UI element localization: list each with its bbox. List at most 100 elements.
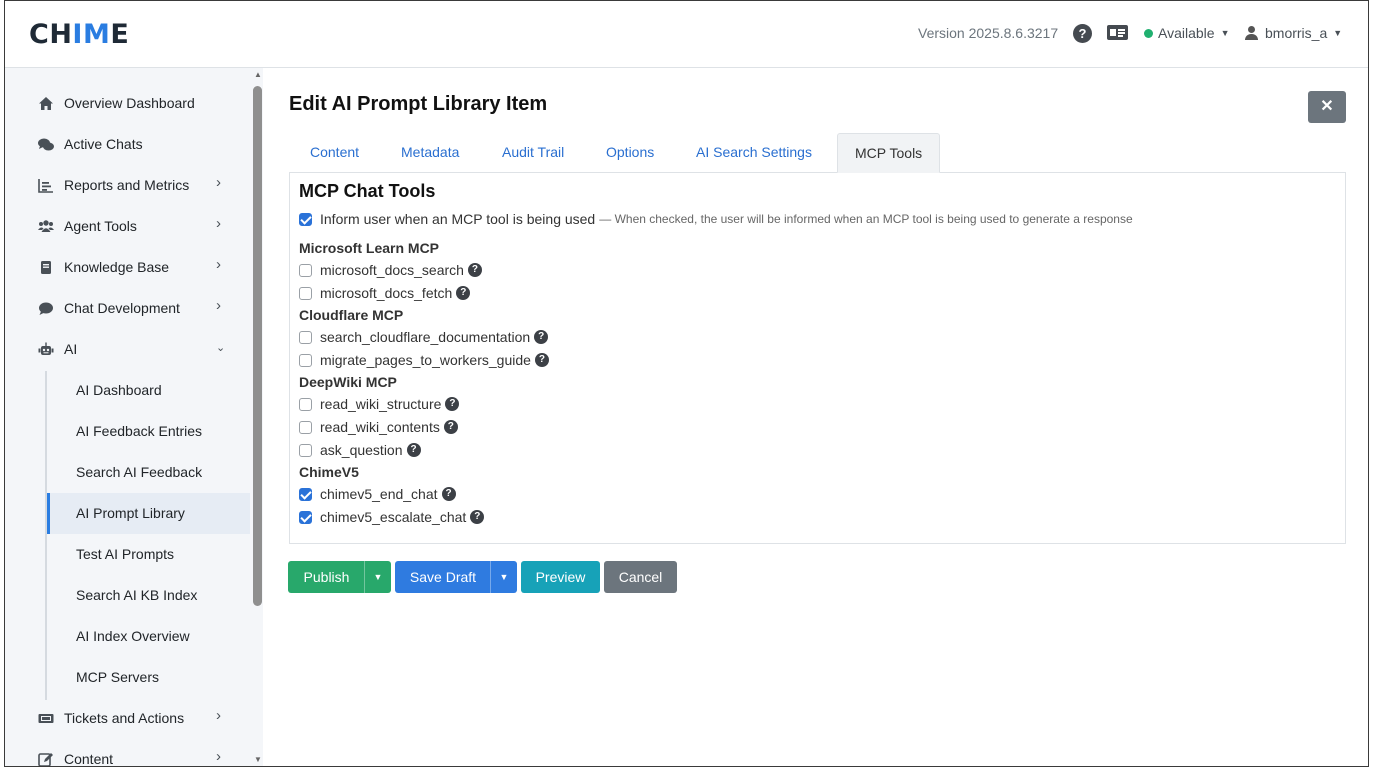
tool-checkbox[interactable] — [299, 263, 312, 277]
book-icon — [41, 261, 51, 274]
sidebar-item-label: Knowledge Base — [64, 259, 170, 275]
edit-icon — [38, 753, 53, 766]
close-button[interactable]: ✕ — [1308, 91, 1346, 123]
sidebar-subitem-test-ai-prompts[interactable]: Test AI Prompts — [47, 534, 250, 575]
tool-checkbox[interactable] — [299, 487, 312, 501]
group-heading: Cloudflare MCP — [299, 307, 404, 323]
sidebar-subitem-label: Test AI Prompts — [76, 546, 175, 562]
tool-checkbox[interactable] — [299, 510, 312, 524]
tab-options[interactable]: Options — [589, 133, 671, 171]
top-bar: CHIME Version 2025.8.6.3217 ? Available … — [5, 1, 1368, 68]
tool-option[interactable]: chimev5_end_chat? — [299, 486, 456, 502]
sidebar-item-tickets-and-actions[interactable]: Tickets and Actions › — [5, 698, 250, 739]
tool-label: migrate_pages_to_workers_guide — [320, 352, 531, 368]
tool-option[interactable]: migrate_pages_to_workers_guide? — [299, 352, 549, 368]
tab-content[interactable]: Content — [293, 133, 376, 171]
help-icon[interactable]: ? — [534, 353, 549, 367]
tool-checkbox[interactable] — [299, 397, 312, 411]
inform-user-option[interactable]: Inform user when an MCP tool is being us… — [299, 211, 1133, 227]
tool-option[interactable]: ask_question? — [299, 442, 421, 458]
tool-checkbox[interactable] — [299, 286, 312, 300]
sidebar-item-chat-development[interactable]: Chat Development › — [5, 288, 250, 329]
chevron-right-icon: › — [216, 297, 221, 314]
sidebar-item-label: Active Chats — [64, 136, 143, 152]
sidebar-subitem-ai-prompt-library[interactable]: AI Prompt Library — [47, 493, 250, 534]
preview-button[interactable]: Preview — [521, 561, 600, 593]
sidebar-subitem-ai-dashboard[interactable]: AI Dashboard — [47, 370, 250, 411]
sidebar-item-knowledge-base[interactable]: Knowledge Base › — [5, 247, 250, 288]
help-icon[interactable]: ? — [441, 487, 456, 501]
sidebar-item-content[interactable]: Content › — [5, 739, 250, 766]
sidebar-scrollbar[interactable]: ▲ ▼ — [253, 68, 263, 766]
sidebar-item-overview-dashboard[interactable]: Overview Dashboard — [5, 83, 250, 124]
tool-option[interactable]: read_wiki_structure? — [299, 396, 460, 412]
save-draft-button[interactable]: Save Draft ▼ — [395, 561, 517, 593]
cancel-button[interactable]: Cancel — [604, 561, 677, 593]
tool-checkbox[interactable] — [299, 353, 312, 367]
tool-option[interactable]: search_cloudflare_documentation? — [299, 329, 549, 345]
chime-logo[interactable]: CHIME — [29, 19, 129, 50]
id-card-icon[interactable] — [1107, 25, 1128, 40]
inform-user-description: — When checked, the user will be informe… — [599, 212, 1133, 226]
save-draft-label: Save Draft — [409, 569, 477, 585]
tab-ai-search-settings[interactable]: AI Search Settings — [679, 133, 829, 171]
status-label: Available — [1158, 25, 1215, 41]
sidebar-item-reports-and-metrics[interactable]: Reports and Metrics › — [5, 165, 250, 206]
sidebar-subitem-label: MCP Servers — [76, 669, 159, 685]
scroll-down-arrow-icon[interactable]: ▼ — [253, 755, 263, 764]
tool-label: microsoft_docs_fetch — [320, 285, 453, 301]
status-dropdown[interactable]: Available ▼ — [1144, 25, 1229, 41]
users-icon — [38, 220, 54, 232]
inform-user-checkbox[interactable] — [299, 212, 312, 226]
chevron-down-icon[interactable]: ▼ — [364, 561, 391, 593]
tool-checkbox[interactable] — [299, 443, 312, 457]
chevron-down-icon: ▼ — [1333, 28, 1343, 38]
tool-label: read_wiki_contents — [320, 419, 440, 435]
mcp-tools-panel: MCP Chat Tools Inform user when an MCP t… — [289, 172, 1346, 544]
sidebar-subitem-search-ai-kb-index[interactable]: Search AI KB Index — [47, 575, 250, 616]
user-menu[interactable]: bmorris_a ▼ — [1245, 25, 1342, 41]
sidebar-item-agent-tools[interactable]: Agent Tools › — [5, 206, 250, 247]
comment-icon — [39, 302, 53, 315]
ticket-icon — [38, 714, 54, 723]
publish-button[interactable]: Publish ▼ — [288, 561, 391, 593]
tool-option[interactable]: chimev5_escalate_chat? — [299, 509, 485, 525]
sidebar-item-label: Reports and Metrics — [64, 177, 190, 193]
group-heading: ChimeV5 — [299, 464, 359, 480]
sidebar-item-label: AI — [64, 341, 78, 357]
user-name: bmorris_a — [1265, 25, 1328, 41]
chevron-down-icon[interactable]: ▼ — [490, 561, 517, 593]
sidebar-subitem-ai-index-overview[interactable]: AI Index Overview — [47, 616, 250, 657]
sidebar-item-label: Overview Dashboard — [64, 95, 195, 111]
sidebar-subitem-mcp-servers[interactable]: MCP Servers — [47, 657, 250, 698]
scroll-thumb[interactable] — [253, 86, 262, 606]
chevron-right-icon: › — [216, 215, 221, 232]
sidebar-subitem-ai-feedback-entries[interactable]: AI Feedback Entries — [47, 411, 250, 452]
help-icon[interactable]: ? — [534, 330, 549, 344]
tab-mcp-tools[interactable]: MCP Tools — [837, 133, 941, 173]
sidebar-item-ai[interactable]: AI ⌄ — [5, 329, 250, 370]
help-icon[interactable]: ? — [456, 286, 471, 300]
help-icon[interactable]: ? — [445, 397, 460, 411]
tab-metadata[interactable]: Metadata — [384, 133, 476, 171]
help-icon[interactable]: ? — [406, 443, 421, 457]
tool-label: ask_question — [320, 442, 403, 458]
scroll-up-arrow-icon[interactable]: ▲ — [253, 70, 263, 79]
help-icon[interactable]: ? — [470, 510, 485, 524]
tool-option[interactable]: read_wiki_contents? — [299, 419, 458, 435]
tool-label: search_cloudflare_documentation — [320, 329, 531, 345]
sidebar-subitem-search-ai-feedback[interactable]: Search AI Feedback — [47, 452, 250, 493]
tool-label: read_wiki_structure — [320, 396, 442, 412]
help-icon[interactable]: ? — [443, 420, 458, 434]
sidebar-item-active-chats[interactable]: Active Chats — [5, 124, 250, 165]
help-icon[interactable]: ? — [467, 263, 482, 277]
tool-label: microsoft_docs_search — [320, 262, 464, 278]
help-icon[interactable]: ? — [1073, 24, 1092, 43]
tool-checkbox[interactable] — [299, 330, 312, 344]
tool-option[interactable]: microsoft_docs_fetch? — [299, 285, 471, 301]
tab-audit-trail[interactable]: Audit Trail — [485, 133, 581, 171]
sidebar-subitem-label: Search AI KB Index — [76, 587, 198, 603]
tool-checkbox[interactable] — [299, 420, 312, 434]
robot-icon — [38, 342, 54, 355]
tool-option[interactable]: microsoft_docs_search? — [299, 262, 482, 278]
